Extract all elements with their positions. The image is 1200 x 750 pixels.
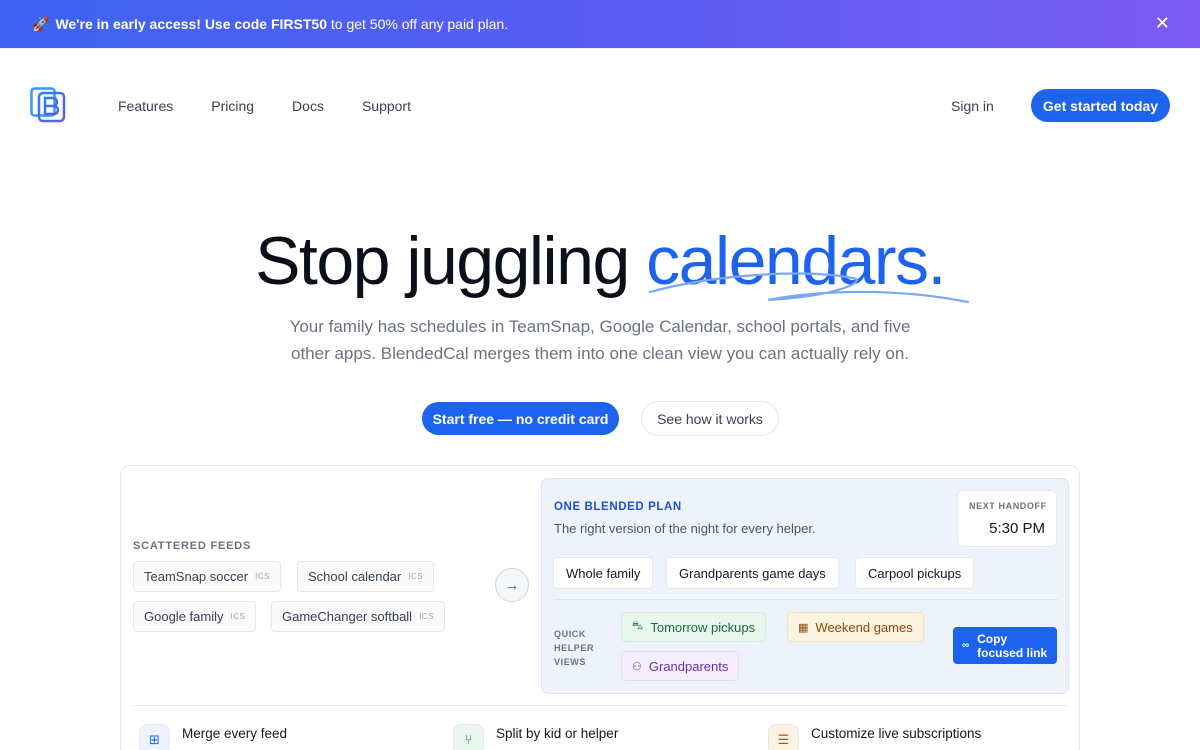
- quick-view-weekend-games[interactable]: ▦ Weekend games: [787, 612, 924, 642]
- demo-card: SCATTERED FEEDS TeamSnap soccer ICS Schoo…: [120, 465, 1080, 750]
- feature-customize: ☰ Customize live subscriptions: [768, 722, 981, 750]
- announcement-bar: 🚀 We're in early access! Use code FIRST5…: [0, 0, 1200, 48]
- people-icon: ⚇: [632, 660, 642, 673]
- feed-tag: ICS: [419, 612, 434, 621]
- feed-chip: Google family ICS: [133, 601, 257, 632]
- copy-button-line: focused link: [977, 645, 1048, 660]
- feed-tag: ICS: [230, 612, 246, 621]
- feature-label: Merge every feed: [182, 726, 288, 741]
- sliders-icon: ☰: [768, 724, 799, 750]
- plan-divider: [554, 599, 1058, 600]
- copy-button-line: Copy: [977, 631, 1008, 646]
- card-divider: [133, 705, 1069, 706]
- merge-icon: ⊞: [139, 724, 170, 750]
- view-whole-family[interactable]: Whole family: [553, 557, 654, 589]
- top-nav: Features Pricing Docs Support Sign in Ge…: [0, 48, 1200, 162]
- quick-label-line: VIEWS: [554, 657, 587, 667]
- split-icon: ⑂: [453, 724, 484, 750]
- feed-chip: School calendar ICS: [297, 561, 435, 592]
- feature-merge: ⊞ Merge every feed: [139, 722, 287, 750]
- quick-label-line: HELPER: [554, 643, 595, 653]
- feed-tag: ICS: [255, 572, 270, 581]
- see-how-it-works-button[interactable]: See how it works: [641, 401, 779, 436]
- handoff-time: 5:30 PM: [989, 520, 1045, 537]
- rocket-icon: 🚀: [32, 15, 50, 32]
- view-grandparents-game-days[interactable]: Grandparents game days: [666, 557, 839, 589]
- feed-name: GameChanger softball: [282, 609, 413, 624]
- promo-code: FIRST50: [270, 16, 327, 32]
- copy-focused-link-button[interactable]: ∞ Copy focused link: [953, 627, 1057, 664]
- quick-view-tomorrow-pickups[interactable]: ⛍ Tomorrow pickups: [621, 612, 767, 642]
- feature-label: Split by kid or helper: [496, 726, 619, 741]
- plan-title: ONE BLENDED PLAN: [554, 501, 682, 513]
- quick-view-label: Grandparents: [648, 658, 729, 674]
- view-carpool-pickups[interactable]: Carpool pickups: [855, 557, 975, 589]
- arrow-right-icon: →: [495, 568, 529, 602]
- start-free-button[interactable]: Start free — no credit card: [422, 402, 619, 435]
- announcement-text-before: We're in early access! Use code: [55, 16, 271, 32]
- feature-split: ⑂ Split by kid or helper: [453, 722, 618, 750]
- feed-name: School calendar: [308, 569, 402, 584]
- hero-title: Stop juggling calendars.: [0, 222, 1200, 300]
- quick-view-label: Weekend games: [815, 619, 913, 635]
- plan-subtitle: The right version of the night for every…: [554, 521, 816, 536]
- handoff-label: NEXT HANDOFF: [969, 501, 1047, 511]
- feed-chip: GameChanger softball ICS: [271, 601, 445, 632]
- feed-tag: ICS: [408, 572, 424, 581]
- get-started-button[interactable]: Get started today: [1031, 89, 1170, 122]
- announcement-text: We're in early access! Use code FIRST50 …: [55, 16, 508, 32]
- nav-link-docs[interactable]: Docs: [292, 98, 324, 114]
- quick-label-line: QUICK: [554, 629, 586, 639]
- quick-view-label: Tomorrow pickups: [650, 619, 756, 635]
- quick-helper-views-label: QUICK HELPER VIEWS: [554, 627, 594, 669]
- announcement-text-after: to get 50% off any paid plan.: [326, 16, 509, 32]
- calendar-icon: ▦: [798, 621, 809, 634]
- next-handoff-box: NEXT HANDOFF 5:30 PM: [957, 490, 1057, 547]
- hero-title-plain: Stop juggling: [255, 223, 647, 299]
- copy-button-label: Copy focused link: [977, 632, 1047, 660]
- link-icon: ∞: [962, 639, 970, 651]
- sign-in-link[interactable]: Sign in: [951, 98, 994, 114]
- nav-links: Features Pricing Docs Support: [118, 98, 449, 114]
- logo-icon[interactable]: [30, 87, 66, 123]
- nav-link-support[interactable]: Support: [362, 98, 411, 114]
- blended-plan-panel: ONE BLENDED PLAN The right version of th…: [541, 478, 1069, 694]
- nav-link-pricing[interactable]: Pricing: [211, 98, 254, 114]
- hero-subtitle: Your family has schedules in TeamSnap, G…: [289, 317, 911, 363]
- quick-view-grandparents[interactable]: ⚇ Grandparents: [621, 651, 740, 681]
- nav-link-features[interactable]: Features: [118, 98, 173, 114]
- underline-squiggle: [648, 272, 970, 304]
- car-icon: ⛍: [632, 620, 644, 632]
- feed-name: TeamSnap soccer: [144, 569, 249, 584]
- scattered-feeds-label: SCATTERED FEEDS: [133, 540, 252, 552]
- close-icon[interactable]: ✕: [1155, 14, 1170, 32]
- feed-chip: TeamSnap soccer ICS: [133, 561, 281, 592]
- feature-label: Customize live subscriptions: [811, 726, 982, 741]
- feed-name: Google family: [144, 609, 224, 624]
